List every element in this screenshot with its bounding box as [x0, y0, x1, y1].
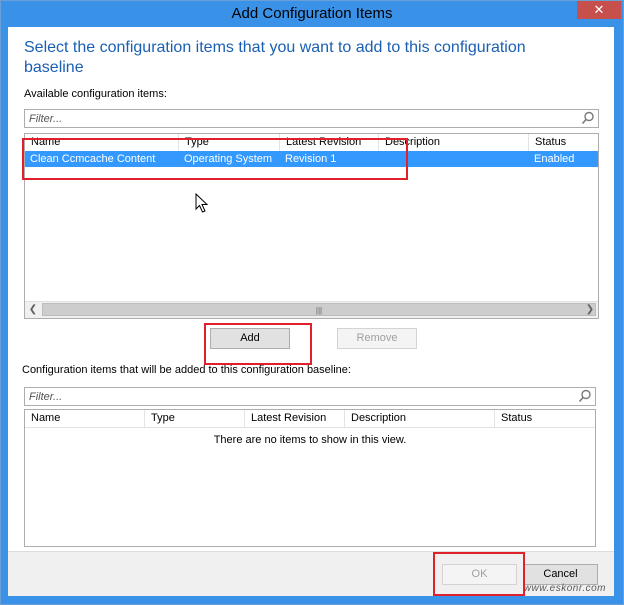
dialog-title: Add Configuration Items [231, 5, 393, 22]
close-icon[interactable]: ✕ [577, 1, 621, 19]
available-filter-input[interactable]: Filter... [24, 109, 599, 128]
dialog-client: Select the configuration items that you … [8, 27, 614, 595]
chevron-left-icon[interactable]: ❮ [25, 302, 41, 318]
filter-placeholder: Filter... [29, 113, 63, 125]
empty-list-message: There are no items to show in this view. [213, 434, 407, 446]
filter-placeholder: Filter... [29, 391, 63, 403]
column-header-description[interactable]: Description [345, 410, 495, 427]
column-header-status[interactable]: Status [529, 134, 598, 151]
remove-button[interactable]: Remove [337, 328, 417, 349]
annotation-box-ok [433, 552, 525, 596]
list-header: Name Type Latest Revision Description St… [25, 410, 595, 428]
available-items-label: Available configuration items: [24, 88, 167, 100]
search-icon[interactable] [578, 389, 592, 403]
column-header-type[interactable]: Type [145, 410, 245, 427]
cancel-button[interactable]: Cancel [523, 564, 598, 585]
mouse-cursor-icon [195, 193, 209, 213]
selected-items-label: Configuration items that will be added t… [22, 364, 351, 376]
scrollbar-thumb[interactable]: ||| [42, 303, 596, 316]
cell-status: Enabled [534, 153, 575, 165]
column-header-status[interactable]: Status [495, 410, 595, 427]
annotation-box-row [22, 138, 408, 180]
title-bar: Add Configuration Items ✕ [1, 1, 623, 27]
column-header-latest-revision[interactable]: Latest Revision [245, 410, 345, 427]
horizontal-scrollbar[interactable]: ❮ ||| ❯ [25, 301, 598, 318]
annotation-box-add [204, 323, 312, 365]
selected-filter-input[interactable]: Filter... [24, 387, 596, 406]
selected-items-list[interactable]: Name Type Latest Revision Description St… [24, 409, 596, 547]
page-title: Select the configuration items that you … [24, 39, 526, 76]
chevron-right-icon[interactable]: ❯ [582, 302, 598, 318]
watermark: www.eskonr.com [523, 583, 606, 594]
column-header-name[interactable]: Name [25, 410, 145, 427]
grip-icon: ||| [315, 306, 323, 315]
search-icon[interactable] [581, 111, 595, 125]
